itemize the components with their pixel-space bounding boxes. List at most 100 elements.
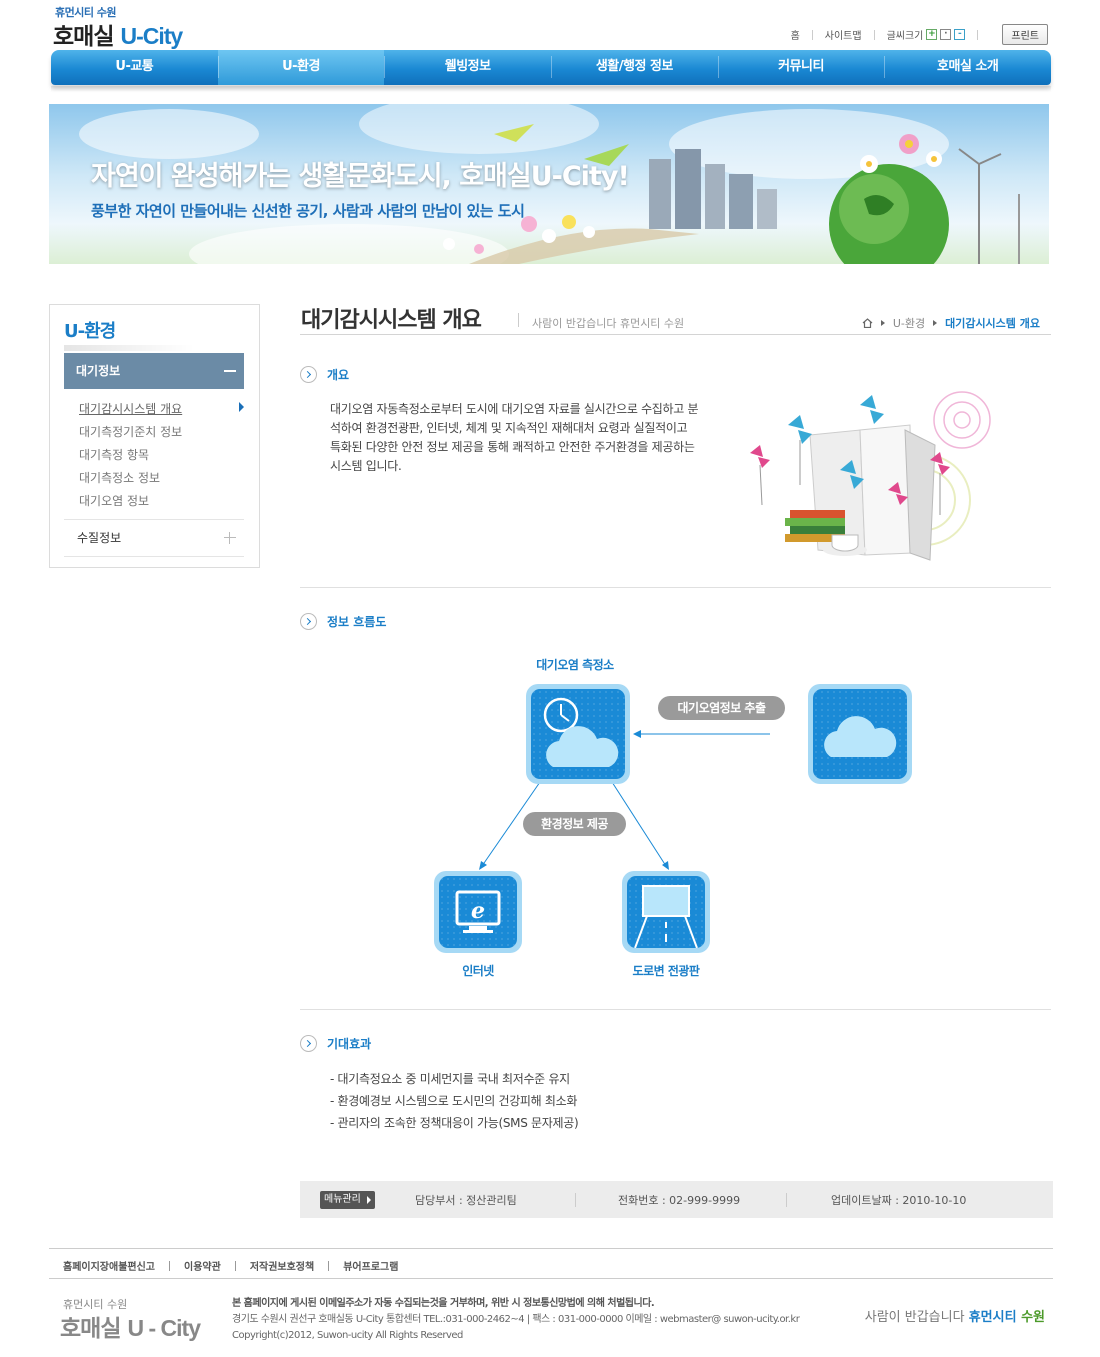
footer-logo-text: 호매실 — [60, 1316, 121, 1342]
title-underline — [300, 334, 1051, 335]
internet-node: e — [434, 871, 522, 953]
sub-nav-water-label: 수질정보 — [77, 531, 122, 545]
divider — [575, 1192, 576, 1207]
font-decrease-button[interactable]: - — [954, 29, 966, 40]
sub-nav: U-환경 대기정보 대기감시시스템 개요 대기측정기준치 정보 대기측정 항목 … — [49, 304, 260, 568]
font-size-label: 글씨크기 — [886, 31, 924, 42]
gnb-item-life-admin[interactable]: 생활/행정 정보 — [551, 50, 718, 85]
footer-link-viewer[interactable]: 뷰어프로그램 — [343, 1258, 398, 1273]
logo-text: 호매실 — [53, 24, 114, 50]
footer-logo-brand: U - City — [127, 1315, 201, 1341]
internet-explorer-icon: e — [455, 890, 501, 933]
station-node — [526, 684, 630, 784]
page-info-bar: 메뉴관리 담당부서 : 정산관리팀 전화번호 : 02-999-9999 업데이… — [300, 1181, 1053, 1218]
gnb-item-traffic[interactable]: U-교통 — [51, 50, 218, 85]
footer-address: 경기도 수원시 권선구 호매실동 U-City 통합센터 TEL.:031-00… — [232, 1314, 800, 1325]
chevron-right-icon — [933, 320, 938, 326]
main-banner: 자연이 완성해가는 생활문화도시, 호매실U-City! 풍부한 자연이 만들어… — [49, 104, 1049, 264]
section-effect-heading: 기대효과 — [300, 1035, 371, 1052]
footer-logo: 호매실 U - City — [60, 1309, 201, 1343]
divider — [169, 1260, 170, 1271]
internet-label: 인터넷 — [462, 964, 494, 978]
sitemap-link[interactable]: 사이트맵 — [825, 27, 862, 42]
sub-nav-item-stations[interactable]: 대기측정소 정보 — [79, 469, 160, 486]
gnb-item-environment[interactable]: U-환경 — [217, 50, 385, 85]
sub-nav-item-items[interactable]: 대기측정 항목 — [79, 446, 149, 463]
sub-nav-air-info[interactable]: 대기정보 — [64, 353, 244, 389]
footer-link-terms[interactable]: 이용약관 — [184, 1258, 221, 1273]
gnb-item-wellbeing[interactable]: 웰빙정보 — [384, 50, 551, 85]
svg-text:e: e — [471, 898, 485, 924]
gnb-item-community[interactable]: 커뮤니티 — [717, 50, 885, 85]
footer-notice: 본 홈페이지에 게시된 이메일주소가 자동 수집되는것을 거부하며, 위반 시 … — [232, 1298, 655, 1309]
home-link[interactable]: 홈 — [791, 27, 800, 42]
sub-nav-water-info[interactable]: 수질정보 — [64, 519, 244, 557]
site-logo[interactable]: 호매실 U-City — [53, 17, 184, 51]
sub-nav-title: U-환경 — [64, 317, 195, 351]
footer-top-line — [49, 1248, 1053, 1249]
overview-text: 대기오염 자동측정소로부터 도시에 대기오염 자료를 실시간으로 수집하고 분석… — [330, 402, 699, 473]
sub-nav-head-label: 대기정보 — [76, 364, 121, 378]
divider — [977, 29, 979, 40]
footer-info: 본 홈페이지에 게시된 이메일주소가 자동 수집되는것을 거부하며, 위반 시 … — [232, 1296, 800, 1344]
logo-brand: U-City — [120, 23, 184, 49]
effect-item: - 대기측정요소 중 미세먼지를 국내 최저수준 유지 — [330, 1072, 570, 1086]
menu-manage-button[interactable]: 메뉴관리 — [320, 1190, 375, 1209]
footer-slogan: 사람이 반갑습니다 휴먼시티 수원 — [865, 1306, 1045, 1325]
footer-copyright: Copyright(c)2012, Suwon-ucity All Rights… — [232, 1330, 463, 1341]
clock-cloud-icon — [543, 697, 619, 767]
banner-title: 자연이 완성해가는 생활문화도시, 호매실U-City! — [91, 161, 630, 192]
page-title: 대기감시시스템 개요 — [301, 308, 482, 333]
provide-label: 환경정보 제공 — [523, 812, 626, 836]
footer-links: 홈페이지장애불편신고 이용약관 저작권보호정책 뷰어프로그램 — [63, 1258, 398, 1273]
home-icon[interactable] — [862, 318, 873, 328]
breadcrumb-current: 대기감시시스템 개요 — [945, 317, 1040, 330]
expand-icon — [224, 532, 236, 544]
nav-shadow — [51, 86, 1051, 92]
sub-nav-item-criteria[interactable]: 대기측정기준치 정보 — [79, 423, 182, 440]
print-button[interactable]: 프린트 — [1002, 24, 1048, 45]
divider — [234, 1260, 236, 1271]
slogan-brand: 휴먼시티 — [968, 1310, 1017, 1325]
collapse-icon — [224, 370, 236, 372]
section-overview-heading: 개요 — [300, 366, 349, 383]
footer-link-report[interactable]: 홈페이지장애불편신고 — [63, 1258, 155, 1273]
update-info: 업데이트날짜 : 2010-10-10 — [831, 1193, 967, 1207]
effect-item: - 관리자의 조속한 정책대응이 가능(SMS 문자제공) — [330, 1116, 579, 1130]
sub-nav-item-pollution[interactable]: 대기오염 정보 — [79, 492, 149, 509]
section-title: 개요 — [327, 368, 350, 382]
roadside-node — [622, 871, 710, 953]
breadcrumb-level1[interactable]: U-환경 — [893, 315, 925, 331]
global-nav: U-교통 U-환경 웰빙정보 생활/행정 정보 커뮤니티 호매실 소개 — [51, 50, 1051, 85]
roadside-label: 도로변 전광판 — [632, 964, 700, 978]
gnb-item-about[interactable]: 호매실 소개 — [884, 50, 1051, 85]
cloud-icon — [824, 716, 897, 757]
footer-link-copyright[interactable]: 저작권보호정책 — [250, 1258, 314, 1273]
utility-nav: 홈 사이트맵 글씨크기 + · - 프린트 — [791, 24, 1048, 45]
overview-illustration — [750, 391, 991, 561]
department-info: 담당부서 : 정산관리팀 — [415, 1193, 517, 1207]
font-increase-button[interactable]: + — [926, 29, 938, 40]
section-divider — [300, 1009, 1051, 1010]
effect-item: - 환경예경보 시스템으로 도시민의 건강피해 최소화 — [330, 1094, 578, 1108]
section-title: 기대효과 — [327, 1037, 372, 1051]
slogan-brand-city: 수원 — [1021, 1310, 1045, 1325]
extract-label: 대기오염정보 추출 — [658, 696, 785, 720]
section-divider — [300, 587, 1051, 588]
divider — [786, 1192, 787, 1207]
footer-line — [49, 1278, 1053, 1279]
phone-info: 전화번호 : 02-999-9999 — [618, 1193, 741, 1207]
sub-nav-item-overview[interactable]: 대기감시시스템 개요 — [79, 400, 182, 417]
page-tagline: 사람이 반갑습니다 휴먼시티 수원 — [532, 317, 685, 330]
section-title: 정보 흐름도 — [327, 615, 387, 629]
font-reset-button[interactable]: · — [940, 29, 952, 40]
bullet-arrow-icon — [300, 1035, 317, 1052]
chevron-right-icon — [880, 320, 885, 326]
banner-subtitle: 풍부한 자연이 만들어내는 신선한 공기, 사람과 사람의 만남이 있는 도시 — [91, 202, 525, 220]
source-node — [808, 684, 912, 784]
breadcrumb: U-환경 대기감시시스템 개요 — [862, 315, 1040, 331]
bullet-arrow-icon — [300, 366, 317, 383]
station-label: 대기오염 측정소 — [536, 658, 614, 672]
section-flow-heading: 정보 흐름도 — [300, 613, 386, 630]
billboard-icon — [634, 885, 698, 948]
